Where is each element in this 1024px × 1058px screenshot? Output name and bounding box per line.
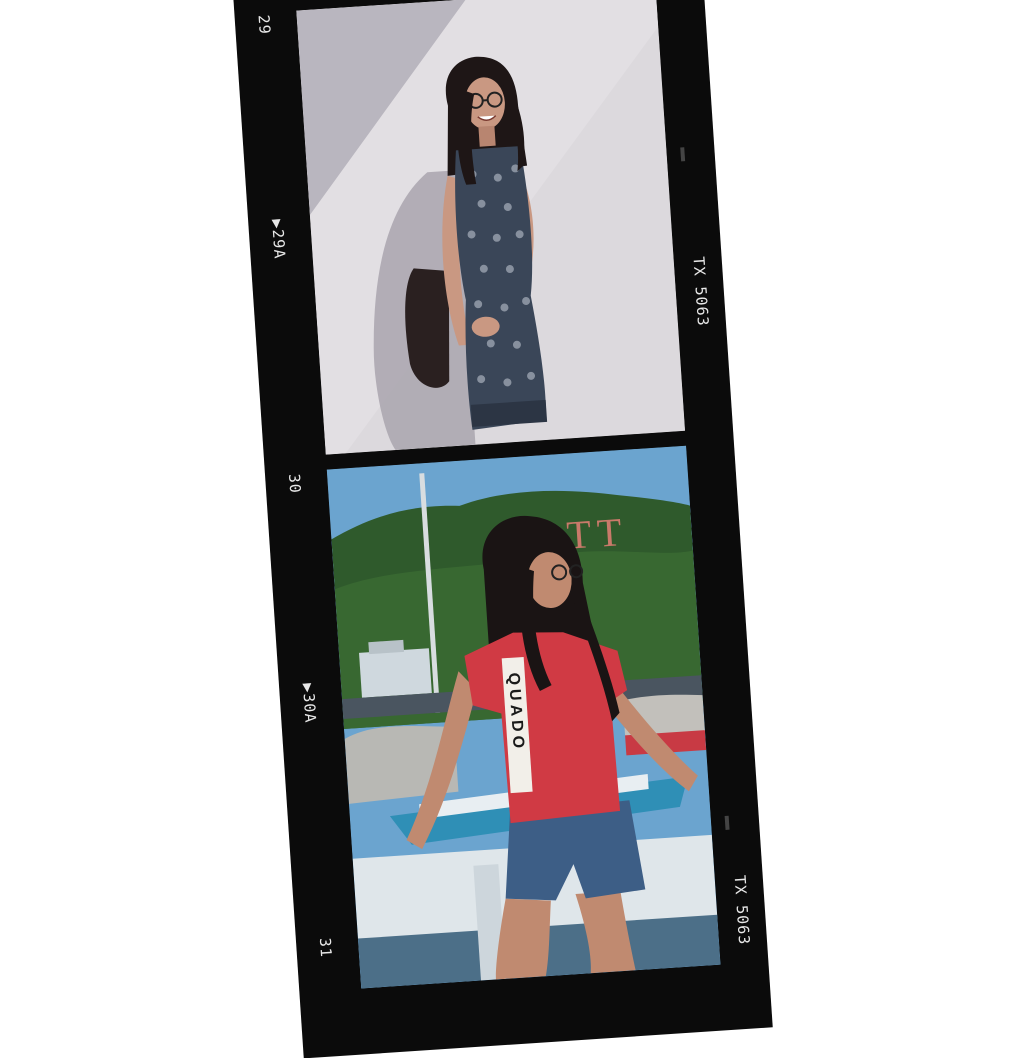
film-strip: 29 ▶29A 30 ▶30A 31 TX 5063 TX 5063 xyxy=(233,0,772,1058)
film-code-top: TX 5063 xyxy=(690,256,713,327)
frame-number-30: 30 xyxy=(285,473,304,494)
photo-frame-wall xyxy=(296,0,685,455)
sprocket-mark xyxy=(680,147,685,161)
photo-frame-harbor: PATT xyxy=(327,446,721,989)
frame-number-29a: ▶29A xyxy=(268,219,289,260)
film-code-bottom: TX 5063 xyxy=(731,875,754,946)
frame-number-31: 31 xyxy=(316,937,335,958)
photo-harbor-scene: PATT xyxy=(327,446,721,989)
photo-wall-scene xyxy=(296,0,685,455)
sprocket-mark xyxy=(725,816,730,830)
frame-number-30a: ▶30A xyxy=(299,683,320,724)
frame-number-29: 29 xyxy=(255,14,274,35)
